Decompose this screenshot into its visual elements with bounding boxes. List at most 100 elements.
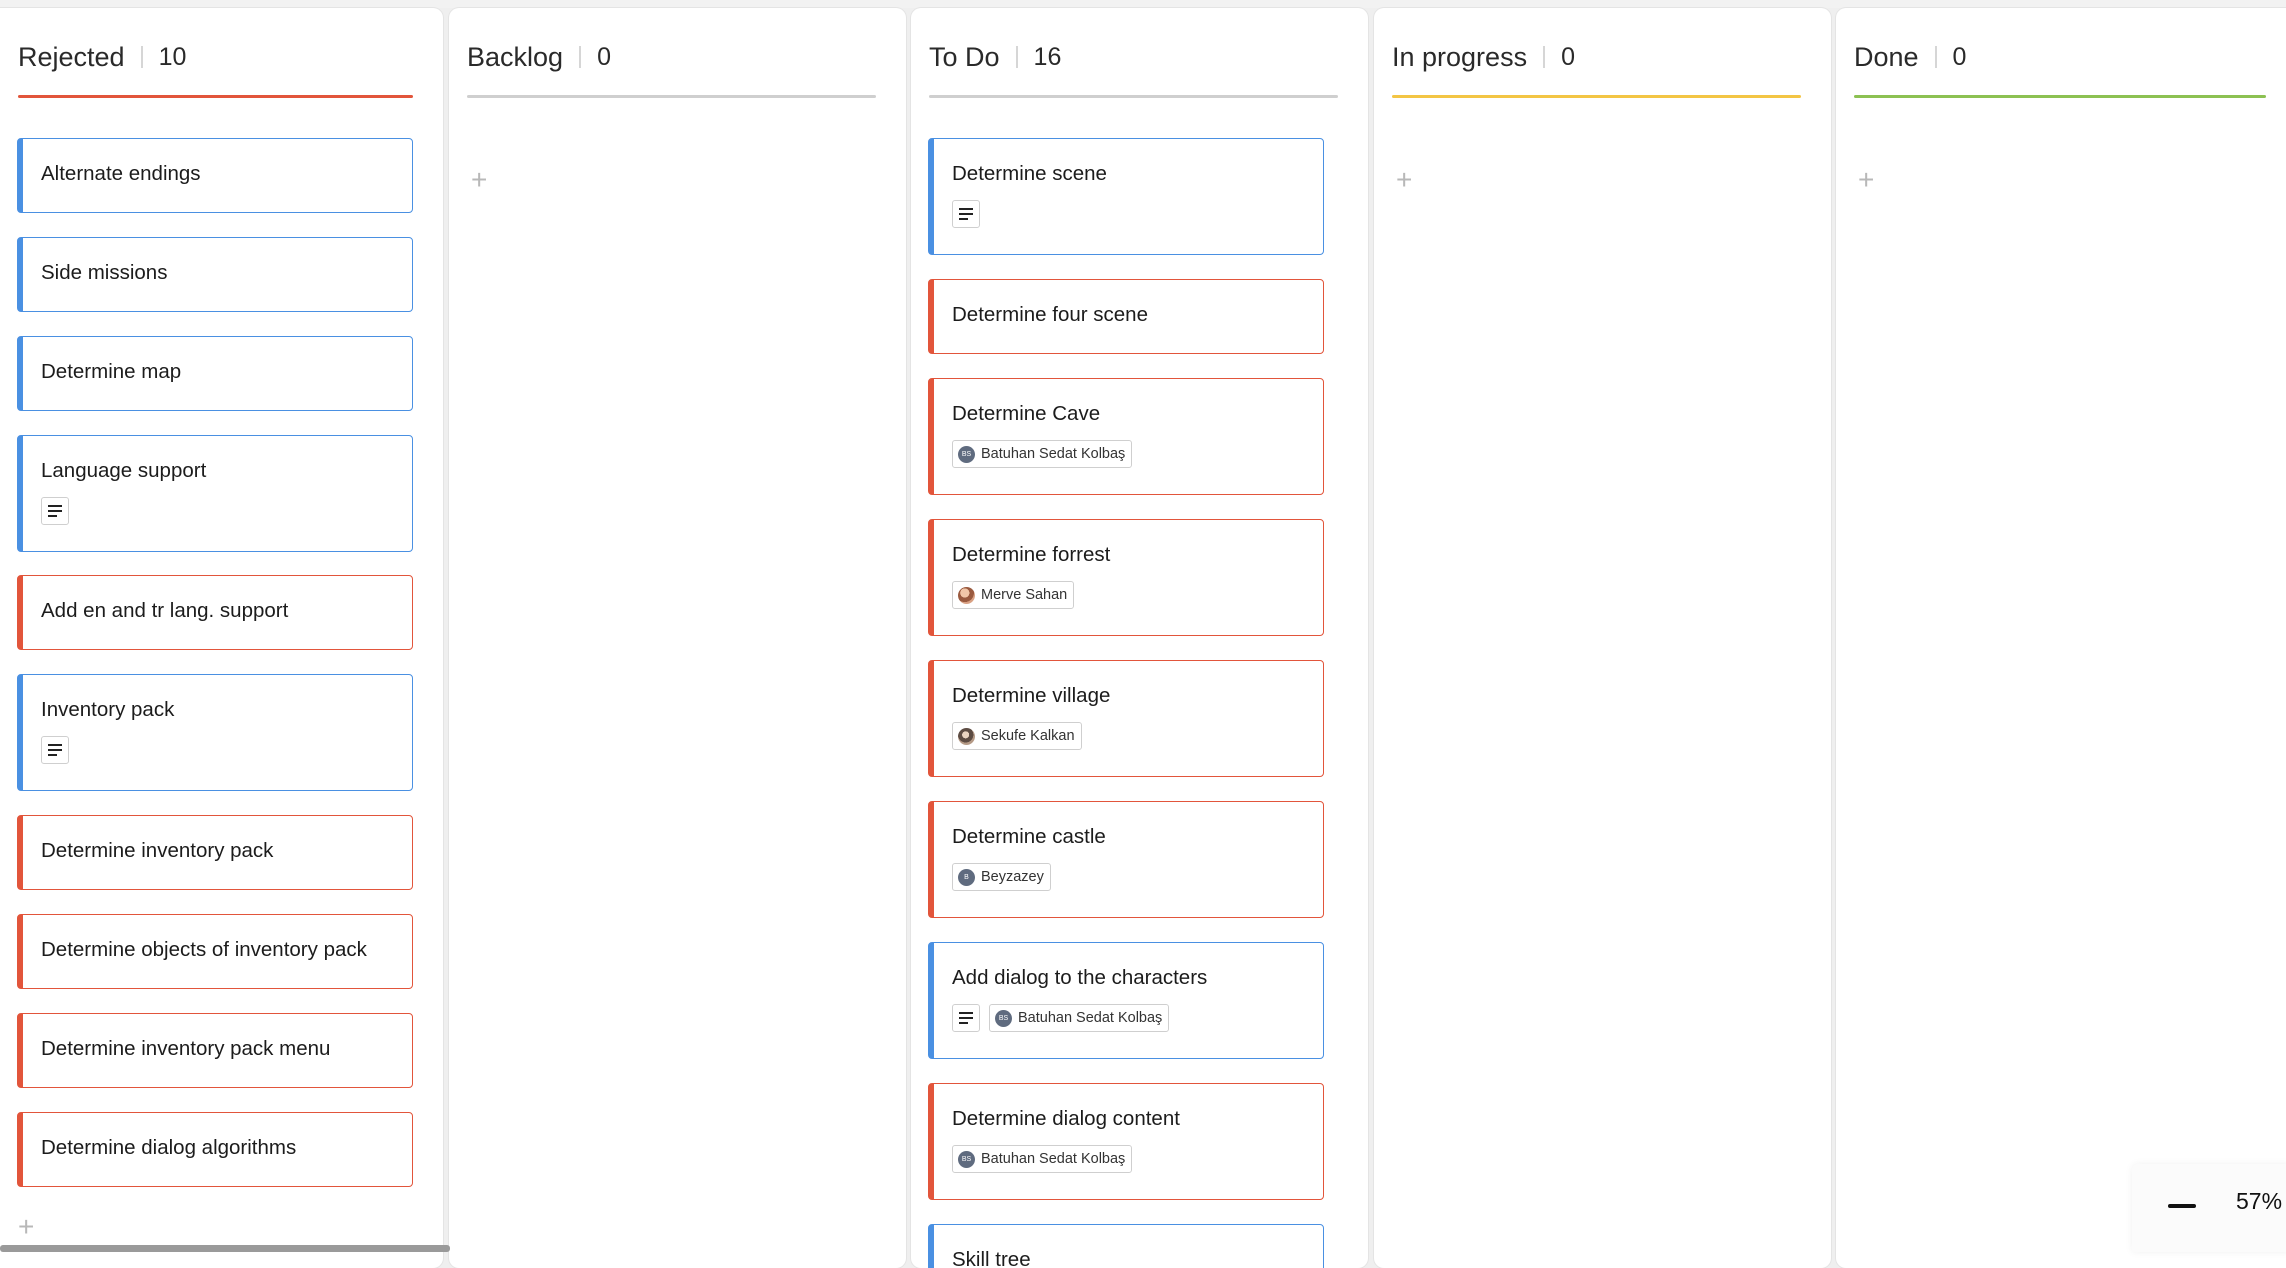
- column-status-line: [1392, 95, 1801, 98]
- task-card-badges: [952, 200, 980, 228]
- assignee-chip: Merve Sahan: [952, 581, 1075, 609]
- avatar: BS: [995, 1009, 1012, 1027]
- zoom-out-icon[interactable]: [2168, 1204, 2196, 1208]
- assignee-name: Batuhan Sedat Kolbaş: [981, 1151, 1126, 1167]
- horizontal-scrollbar[interactable]: [0, 1245, 450, 1252]
- task-card[interactable]: Determine village Sekufe Kalkan: [928, 660, 1324, 777]
- task-card[interactable]: Side missions: [17, 237, 413, 312]
- task-card[interactable]: Determine scene: [928, 138, 1324, 255]
- task-card-badges: BS Batuhan Sedat Kolbaş: [952, 440, 1133, 468]
- column-header-divider: [1543, 46, 1546, 68]
- column-done: Done 0 +: [1836, 8, 2286, 1268]
- description-icon: [41, 736, 69, 764]
- add-card-icon[interactable]: +: [471, 166, 487, 194]
- task-card-title: Determine village: [952, 684, 1111, 707]
- kanban-board: Rejected 10 Alternate endings Side missions…: [0, 0, 2286, 1268]
- task-card-badges: BS Batuhan Sedat Kolbaş: [952, 1004, 1170, 1032]
- task-card-title: Determine inventory pack menu: [41, 1037, 331, 1060]
- description-icon: [952, 1004, 980, 1032]
- task-card-title: Determine scene: [952, 162, 1107, 185]
- column-header-divider: [1015, 46, 1018, 68]
- column-header-divider: [579, 46, 582, 68]
- task-card-badges: BS Batuhan Sedat Kolbaş: [952, 1145, 1133, 1173]
- zoom-control: 57%: [2132, 1164, 2286, 1252]
- task-card[interactable]: Determine inventory pack: [17, 815, 413, 890]
- column-title: Backlog: [467, 42, 564, 72]
- task-card[interactable]: Determine map: [17, 336, 413, 411]
- task-card[interactable]: Determine four scene: [928, 279, 1324, 354]
- assignee-name: Batuhan Sedat Kolbaş: [1018, 1010, 1163, 1026]
- task-card-title: Add dialog to the characters: [952, 966, 1208, 989]
- task-card-title: Language support: [41, 459, 207, 482]
- task-card-badges: Sekufe Kalkan: [952, 722, 1082, 750]
- task-card[interactable]: Determine Cave BS Batuhan Sedat Kolbaş: [928, 378, 1324, 495]
- task-card-title: Determine map: [41, 360, 182, 383]
- column-status-line: [1854, 95, 2266, 98]
- task-card-badges: Merve Sahan: [952, 581, 1075, 609]
- assignee-chip: Sekufe Kalkan: [952, 722, 1082, 750]
- avatar: BS: [958, 1150, 975, 1168]
- description-icon: [952, 200, 980, 228]
- avatar: B: [958, 868, 975, 886]
- column-in-progress: In progress 0 +: [1374, 8, 1831, 1268]
- avatar: BS: [958, 445, 975, 463]
- assignee-name: Merve Sahan: [981, 587, 1068, 603]
- column-header-divider: [140, 46, 143, 68]
- task-card-title: Determine objects of inventory pack: [41, 938, 367, 961]
- add-card-icon[interactable]: +: [1396, 166, 1412, 194]
- assignee-chip: BS Batuhan Sedat Kolbaş: [952, 1145, 1133, 1173]
- task-card[interactable]: Language support: [17, 435, 413, 552]
- avatar: [958, 727, 975, 745]
- column-header-divider: [1934, 46, 1937, 68]
- task-card-badges: [41, 497, 69, 525]
- task-card-badges: B Beyzazey: [952, 863, 1051, 891]
- task-card-title: Inventory pack: [41, 698, 175, 721]
- column-status-line: [18, 95, 413, 98]
- task-card-title: Determine dialog content: [952, 1107, 1180, 1130]
- add-card-icon[interactable]: +: [1858, 166, 1874, 194]
- avatar: [958, 586, 975, 604]
- column-title: Done: [1854, 42, 1919, 72]
- task-card-badges: [41, 736, 69, 764]
- assignee-chip: B Beyzazey: [952, 863, 1051, 891]
- task-card[interactable]: Determine castle B Beyzazey: [928, 801, 1324, 918]
- task-card[interactable]: Determine dialog algorithms: [17, 1112, 413, 1187]
- top-grid-strip: [0, 0, 2286, 8]
- task-card[interactable]: Determine objects of inventory pack: [17, 914, 413, 989]
- assignee-name: Beyzazey: [981, 869, 1044, 885]
- task-card-title: Determine dialog algorithms: [41, 1136, 297, 1159]
- task-card-title: Skill tree: [952, 1248, 1031, 1268]
- column-title: To Do: [929, 42, 1000, 72]
- assignee-chip: BS Batuhan Sedat Kolbaş: [989, 1004, 1170, 1032]
- task-card[interactable]: Determine forrest Merve Sahan: [928, 519, 1324, 636]
- column-status-line: [467, 95, 876, 98]
- column-card-count: 0: [1952, 43, 1967, 71]
- task-card-title: Side missions: [41, 261, 168, 284]
- column-card-count: 0: [597, 43, 611, 71]
- task-card-title: Determine castle: [952, 825, 1106, 848]
- description-icon: [41, 497, 69, 525]
- assignee-name: Batuhan Sedat Kolbaş: [981, 446, 1126, 462]
- task-card[interactable]: Add dialog to the characters BS Batuhan Se…: [928, 942, 1324, 1059]
- task-card[interactable]: Inventory pack: [17, 674, 413, 791]
- add-card-icon[interactable]: +: [18, 1213, 34, 1241]
- column-card-count: 10: [158, 43, 187, 71]
- zoom-level: 57%: [2236, 1188, 2283, 1214]
- column-backlog: Backlog 0 +: [449, 8, 906, 1268]
- assignee-chip: BS Batuhan Sedat Kolbaş: [952, 440, 1133, 468]
- task-card[interactable]: Alternate endings: [17, 138, 413, 213]
- column-status-line: [929, 95, 1338, 98]
- task-card[interactable]: Determine inventory pack menu: [17, 1013, 413, 1088]
- column-title: In progress: [1392, 42, 1528, 72]
- task-card-title: Alternate endings: [41, 162, 201, 185]
- assignee-name: Sekufe Kalkan: [981, 728, 1075, 744]
- column-title: Rejected: [18, 42, 125, 72]
- column-todo: To Do 16 Determine scene Determine four sce…: [911, 8, 1368, 1268]
- task-card[interactable]: Skill tree: [928, 1224, 1324, 1268]
- column-card-count: 0: [1561, 43, 1575, 71]
- task-card[interactable]: Determine dialog content BS Batuhan Sedat …: [928, 1083, 1324, 1200]
- task-card-title: Determine four scene: [952, 303, 1148, 326]
- task-card-title: Add en and tr lang. support: [41, 599, 289, 622]
- task-card[interactable]: Add en and tr lang. support: [17, 575, 413, 650]
- task-card-title: Determine inventory pack: [41, 839, 274, 862]
